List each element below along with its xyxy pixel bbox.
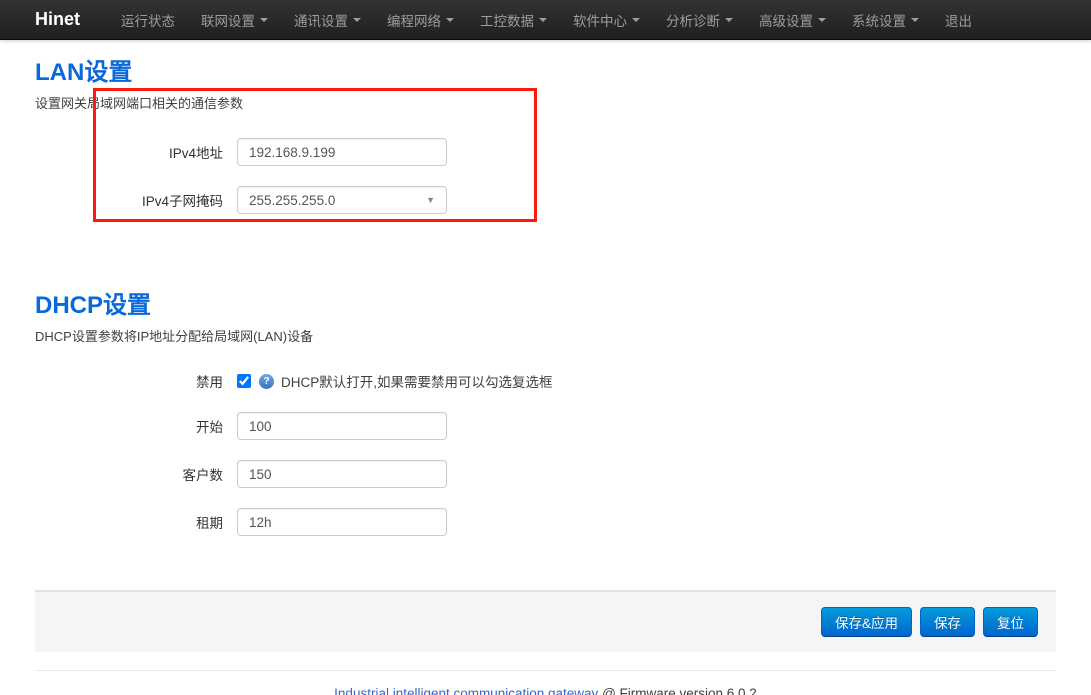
nav-item-label: 退出 (945, 10, 972, 30)
lan-form: IPv4地址 IPv4子网掩码 255.255.255.0 ▼ (35, 138, 1056, 214)
form-row-lease: 租期 (35, 508, 1056, 536)
dhcp-section-subtitle: DHCP设置参数将IP地址分配给局域网(LAN)设备 (35, 326, 1056, 345)
caret-down-icon (632, 18, 640, 22)
dhcp-disable-label: 禁用 (35, 371, 223, 391)
nav-item-comm-settings[interactable]: 通讯设置 (281, 0, 374, 40)
nav-item-programming-network[interactable]: 编程网络 (374, 0, 467, 40)
dhcp-form: 禁用 ? DHCP默认打开,如果需要禁用可以勾选复选框 开始 客户数 租期 (35, 371, 1056, 536)
dhcp-disable-hint: DHCP默认打开,如果需要禁用可以勾选复选框 (281, 371, 553, 391)
caret-down-icon (260, 18, 268, 22)
nav-item-label: 通讯设置 (294, 10, 348, 30)
nav-item-label: 运行状态 (121, 10, 175, 30)
nav-item-label: 软件中心 (573, 10, 627, 30)
dhcp-limit-input[interactable] (237, 460, 447, 488)
caret-down-icon (353, 18, 361, 22)
gateway-footer-link[interactable]: Industrial intelligent communication gat… (334, 686, 598, 695)
nav-item-industrial-data[interactable]: 工控数据 (467, 0, 560, 40)
reset-button[interactable]: 复位 (983, 607, 1038, 637)
nav-item-running-status[interactable]: 运行状态 (108, 0, 188, 40)
caret-down-icon (725, 18, 733, 22)
ipv4-address-input[interactable] (237, 138, 447, 166)
nav-item-network-settings[interactable]: 联网设置 (188, 0, 281, 40)
netmask-label: IPv4子网掩码 (35, 190, 223, 210)
caret-down-icon (539, 18, 547, 22)
top-navbar: Hinet 运行状态 联网设置 通讯设置 编程网络 工控数据 软件中心 分析诊断… (0, 0, 1091, 40)
brand-logo[interactable]: Hinet (35, 9, 80, 30)
netmask-select[interactable]: 255.255.255.0 ▼ (237, 186, 447, 214)
dhcp-limit-label: 客户数 (35, 464, 223, 484)
dhcp-settings-section: DHCP设置 DHCP设置参数将IP地址分配给局域网(LAN)设备 禁用 ? D… (35, 234, 1056, 536)
caret-down-icon (818, 18, 826, 22)
firmware-version-text: @ Firmware version 6.0.2 (598, 686, 757, 695)
lan-section-title: LAN设置 (35, 40, 1056, 86)
ipv4-address-label: IPv4地址 (35, 142, 223, 162)
nav-item-label: 编程网络 (387, 10, 441, 30)
nav-item-analysis-diagnosis[interactable]: 分析诊断 (653, 0, 746, 40)
form-row-ipv4: IPv4地址 (35, 138, 1056, 166)
help-icon[interactable]: ? (259, 374, 274, 389)
main-content: LAN设置 设置网关局域网端口相关的通信参数 IPv4地址 IPv4子网掩码 2… (35, 40, 1056, 695)
nav-item-label: 联网设置 (201, 10, 255, 30)
form-row-disable: 禁用 ? DHCP默认打开,如果需要禁用可以勾选复选框 (35, 371, 1056, 391)
dhcp-section-title: DHCP设置 (35, 234, 1056, 319)
caret-down-icon (911, 18, 919, 22)
dhcp-lease-input[interactable] (237, 508, 447, 536)
lan-section-subtitle: 设置网关局域网端口相关的通信参数 (35, 93, 1056, 112)
dhcp-start-input[interactable] (237, 412, 447, 440)
nav-menu: 运行状态 联网设置 通讯设置 编程网络 工控数据 软件中心 分析诊断 高级设置 … (108, 0, 985, 40)
page-footer: Industrial intelligent communication gat… (35, 671, 1056, 695)
nav-item-system-settings[interactable]: 系统设置 (839, 0, 932, 40)
nav-item-label: 分析诊断 (666, 10, 720, 30)
dhcp-start-label: 开始 (35, 416, 223, 436)
lan-settings-section: LAN设置 设置网关局域网端口相关的通信参数 IPv4地址 IPv4子网掩码 2… (35, 40, 1056, 214)
save-apply-button[interactable]: 保存&应用 (821, 607, 912, 637)
nav-item-label: 工控数据 (480, 10, 534, 30)
caret-down-icon (446, 18, 454, 22)
save-button[interactable]: 保存 (920, 607, 975, 637)
nav-item-advanced-settings[interactable]: 高级设置 (746, 0, 839, 40)
dhcp-disable-checkbox[interactable] (237, 374, 251, 388)
page-actions-bar: 保存&应用 保存 复位 (35, 590, 1056, 652)
form-row-netmask: IPv4子网掩码 255.255.255.0 ▼ (35, 186, 1056, 214)
nav-item-software-center[interactable]: 软件中心 (560, 0, 653, 40)
form-row-start: 开始 (35, 412, 1056, 440)
dhcp-lease-label: 租期 (35, 512, 223, 532)
netmask-selected-value: 255.255.255.0 (249, 193, 335, 208)
nav-item-label: 高级设置 (759, 10, 813, 30)
form-row-limit: 客户数 (35, 460, 1056, 488)
nav-item-label: 系统设置 (852, 10, 906, 30)
nav-item-logout[interactable]: 退出 (932, 0, 985, 40)
select-caret-icon: ▼ (426, 195, 435, 205)
